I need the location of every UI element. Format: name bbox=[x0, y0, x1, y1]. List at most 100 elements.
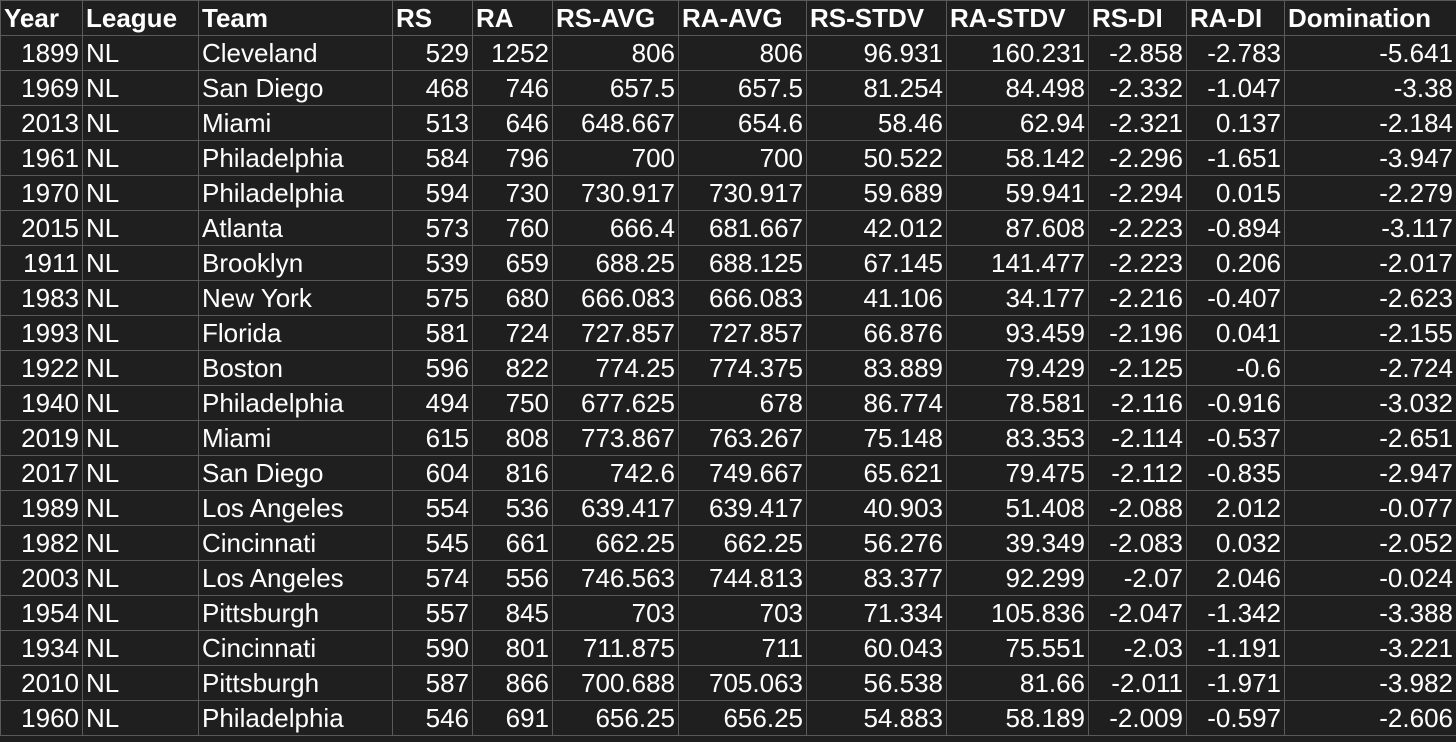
cell-team[interactable]: Cleveland bbox=[198, 35, 393, 71]
cell-rs-di[interactable]: -2.196 bbox=[1088, 315, 1187, 351]
cell-rs-di[interactable]: -2.321 bbox=[1088, 105, 1187, 141]
cell-ra-stdv[interactable]: 58.142 bbox=[946, 140, 1089, 176]
cell-rs-di[interactable]: -2.112 bbox=[1088, 455, 1187, 491]
cell-ra-avg[interactable]: 700 bbox=[678, 140, 807, 176]
cell-ra[interactable]: 845 bbox=[472, 595, 553, 631]
cell-team[interactable]: Miami bbox=[198, 105, 393, 141]
cell-ra-di[interactable]: -2.783 bbox=[1186, 35, 1285, 71]
cell-rs[interactable]: 557 bbox=[392, 595, 473, 631]
column-header-ra-avg[interactable]: RA-AVG bbox=[678, 0, 807, 36]
cell-rs-avg[interactable]: 730.917 bbox=[552, 175, 679, 211]
cell-year[interactable]: 1970 bbox=[0, 175, 83, 211]
cell-ra-avg[interactable]: 688.125 bbox=[678, 245, 807, 281]
cell-rs-stdv[interactable]: 56.538 bbox=[806, 665, 947, 701]
cell-ra-stdv[interactable]: 58.189 bbox=[946, 700, 1089, 736]
cell-rs-stdv[interactable]: 54.883 bbox=[806, 700, 947, 736]
cell-ra-avg[interactable]: 666.083 bbox=[678, 280, 807, 316]
cell-team[interactable]: Los Angeles bbox=[198, 490, 393, 526]
cell-rs-avg[interactable]: 700.688 bbox=[552, 665, 679, 701]
cell-ra-stdv[interactable]: 83.353 bbox=[946, 420, 1089, 456]
cell-rs[interactable]: 581 bbox=[392, 315, 473, 351]
cell-ra-avg[interactable]: 711 bbox=[678, 630, 807, 666]
cell-ra[interactable]: 760 bbox=[472, 210, 553, 246]
cell-team[interactable]: Boston bbox=[198, 350, 393, 386]
cell-rs-avg[interactable]: 806 bbox=[552, 35, 679, 71]
cell-rs[interactable]: 494 bbox=[392, 385, 473, 421]
cell-ra-stdv[interactable]: 59.941 bbox=[946, 175, 1089, 211]
cell-ra-di[interactable]: 0.206 bbox=[1186, 245, 1285, 281]
cell-ra-avg[interactable]: 705.063 bbox=[678, 665, 807, 701]
cell-year[interactable]: 1934 bbox=[0, 630, 83, 666]
cell-ra[interactable]: 801 bbox=[472, 630, 553, 666]
cell-year[interactable]: 2019 bbox=[0, 420, 83, 456]
cell-rs[interactable]: 615 bbox=[392, 420, 473, 456]
cell-ra-stdv[interactable]: 93.459 bbox=[946, 315, 1089, 351]
cell-rs-stdv[interactable]: 60.043 bbox=[806, 630, 947, 666]
cell-rs[interactable]: 573 bbox=[392, 210, 473, 246]
cell-team[interactable]: Los Angeles bbox=[198, 560, 393, 596]
cell-ra-avg[interactable]: 654.6 bbox=[678, 105, 807, 141]
cell-ra[interactable]: 661 bbox=[472, 525, 553, 561]
cell-team[interactable]: Pittsburgh bbox=[198, 665, 393, 701]
cell-ra-di[interactable]: -1.191 bbox=[1186, 630, 1285, 666]
cell-ra[interactable]: 822 bbox=[472, 350, 553, 386]
column-header-team[interactable]: Team bbox=[198, 0, 393, 36]
cell-league[interactable]: NL bbox=[82, 70, 199, 106]
cell-team[interactable]: New York bbox=[198, 280, 393, 316]
cell-rs-avg[interactable]: 666.4 bbox=[552, 210, 679, 246]
cell-year[interactable]: 1899 bbox=[0, 35, 83, 71]
cell-team[interactable]: Philadelphia bbox=[198, 175, 393, 211]
cell-domination[interactable]: -0.024 bbox=[1284, 560, 1456, 596]
cell-rs[interactable]: 554 bbox=[392, 490, 473, 526]
cell-ra-di[interactable]: -1.971 bbox=[1186, 665, 1285, 701]
cell-year[interactable]: 1960 bbox=[0, 700, 83, 736]
cell-rs-di[interactable]: -2.03 bbox=[1088, 630, 1187, 666]
cell-ra-di[interactable]: -0.916 bbox=[1186, 385, 1285, 421]
cell-ra-stdv[interactable]: 79.429 bbox=[946, 350, 1089, 386]
cell-league[interactable]: NL bbox=[82, 245, 199, 281]
cell-rs-di[interactable]: -2.223 bbox=[1088, 245, 1187, 281]
cell-team[interactable]: Philadelphia bbox=[198, 700, 393, 736]
cell-ra[interactable]: 750 bbox=[472, 385, 553, 421]
cell-domination[interactable]: -2.052 bbox=[1284, 525, 1456, 561]
cell-year[interactable]: 1983 bbox=[0, 280, 83, 316]
cell-rs-avg[interactable]: 677.625 bbox=[552, 385, 679, 421]
cell-rs[interactable]: 529 bbox=[392, 35, 473, 71]
cell-domination[interactable]: -3.221 bbox=[1284, 630, 1456, 666]
cell-ra-di[interactable]: 0.137 bbox=[1186, 105, 1285, 141]
cell-rs-avg[interactable]: 742.6 bbox=[552, 455, 679, 491]
cell-ra[interactable]: 816 bbox=[472, 455, 553, 491]
cell-ra-stdv[interactable]: 87.608 bbox=[946, 210, 1089, 246]
cell-ra[interactable]: 808 bbox=[472, 420, 553, 456]
cell-rs-avg[interactable]: 662.25 bbox=[552, 525, 679, 561]
cell-ra-avg[interactable]: 763.267 bbox=[678, 420, 807, 456]
cell-rs-avg[interactable]: 774.25 bbox=[552, 350, 679, 386]
cell-rs-avg[interactable]: 727.857 bbox=[552, 315, 679, 351]
cell-ra-di[interactable]: -1.047 bbox=[1186, 70, 1285, 106]
cell-ra-stdv[interactable]: 34.177 bbox=[946, 280, 1089, 316]
cell-rs-avg[interactable]: 703 bbox=[552, 595, 679, 631]
cell-rs-di[interactable]: -2.088 bbox=[1088, 490, 1187, 526]
cell-rs-di[interactable]: -2.223 bbox=[1088, 210, 1187, 246]
cell-ra-stdv[interactable]: 78.581 bbox=[946, 385, 1089, 421]
cell-rs[interactable]: 594 bbox=[392, 175, 473, 211]
cell-rs[interactable]: 539 bbox=[392, 245, 473, 281]
cell-ra[interactable]: 556 bbox=[472, 560, 553, 596]
cell-league[interactable]: NL bbox=[82, 420, 199, 456]
cell-ra[interactable]: 796 bbox=[472, 140, 553, 176]
cell-ra-stdv[interactable]: 81.66 bbox=[946, 665, 1089, 701]
cell-domination[interactable]: -2.017 bbox=[1284, 245, 1456, 281]
cell-ra-di[interactable]: -1.342 bbox=[1186, 595, 1285, 631]
cell-ra-stdv[interactable]: 62.94 bbox=[946, 105, 1089, 141]
cell-ra-stdv[interactable]: 141.477 bbox=[946, 245, 1089, 281]
cell-league[interactable]: NL bbox=[82, 525, 199, 561]
cell-domination[interactable]: -3.982 bbox=[1284, 665, 1456, 701]
cell-rs-di[interactable]: -2.011 bbox=[1088, 665, 1187, 701]
cell-ra-avg[interactable]: 749.667 bbox=[678, 455, 807, 491]
cell-rs[interactable]: 545 bbox=[392, 525, 473, 561]
cell-rs-stdv[interactable]: 96.931 bbox=[806, 35, 947, 71]
cell-ra-di[interactable]: -0.407 bbox=[1186, 280, 1285, 316]
cell-domination[interactable]: -0.077 bbox=[1284, 490, 1456, 526]
cell-ra-avg[interactable]: 727.857 bbox=[678, 315, 807, 351]
cell-rs-avg[interactable]: 746.563 bbox=[552, 560, 679, 596]
